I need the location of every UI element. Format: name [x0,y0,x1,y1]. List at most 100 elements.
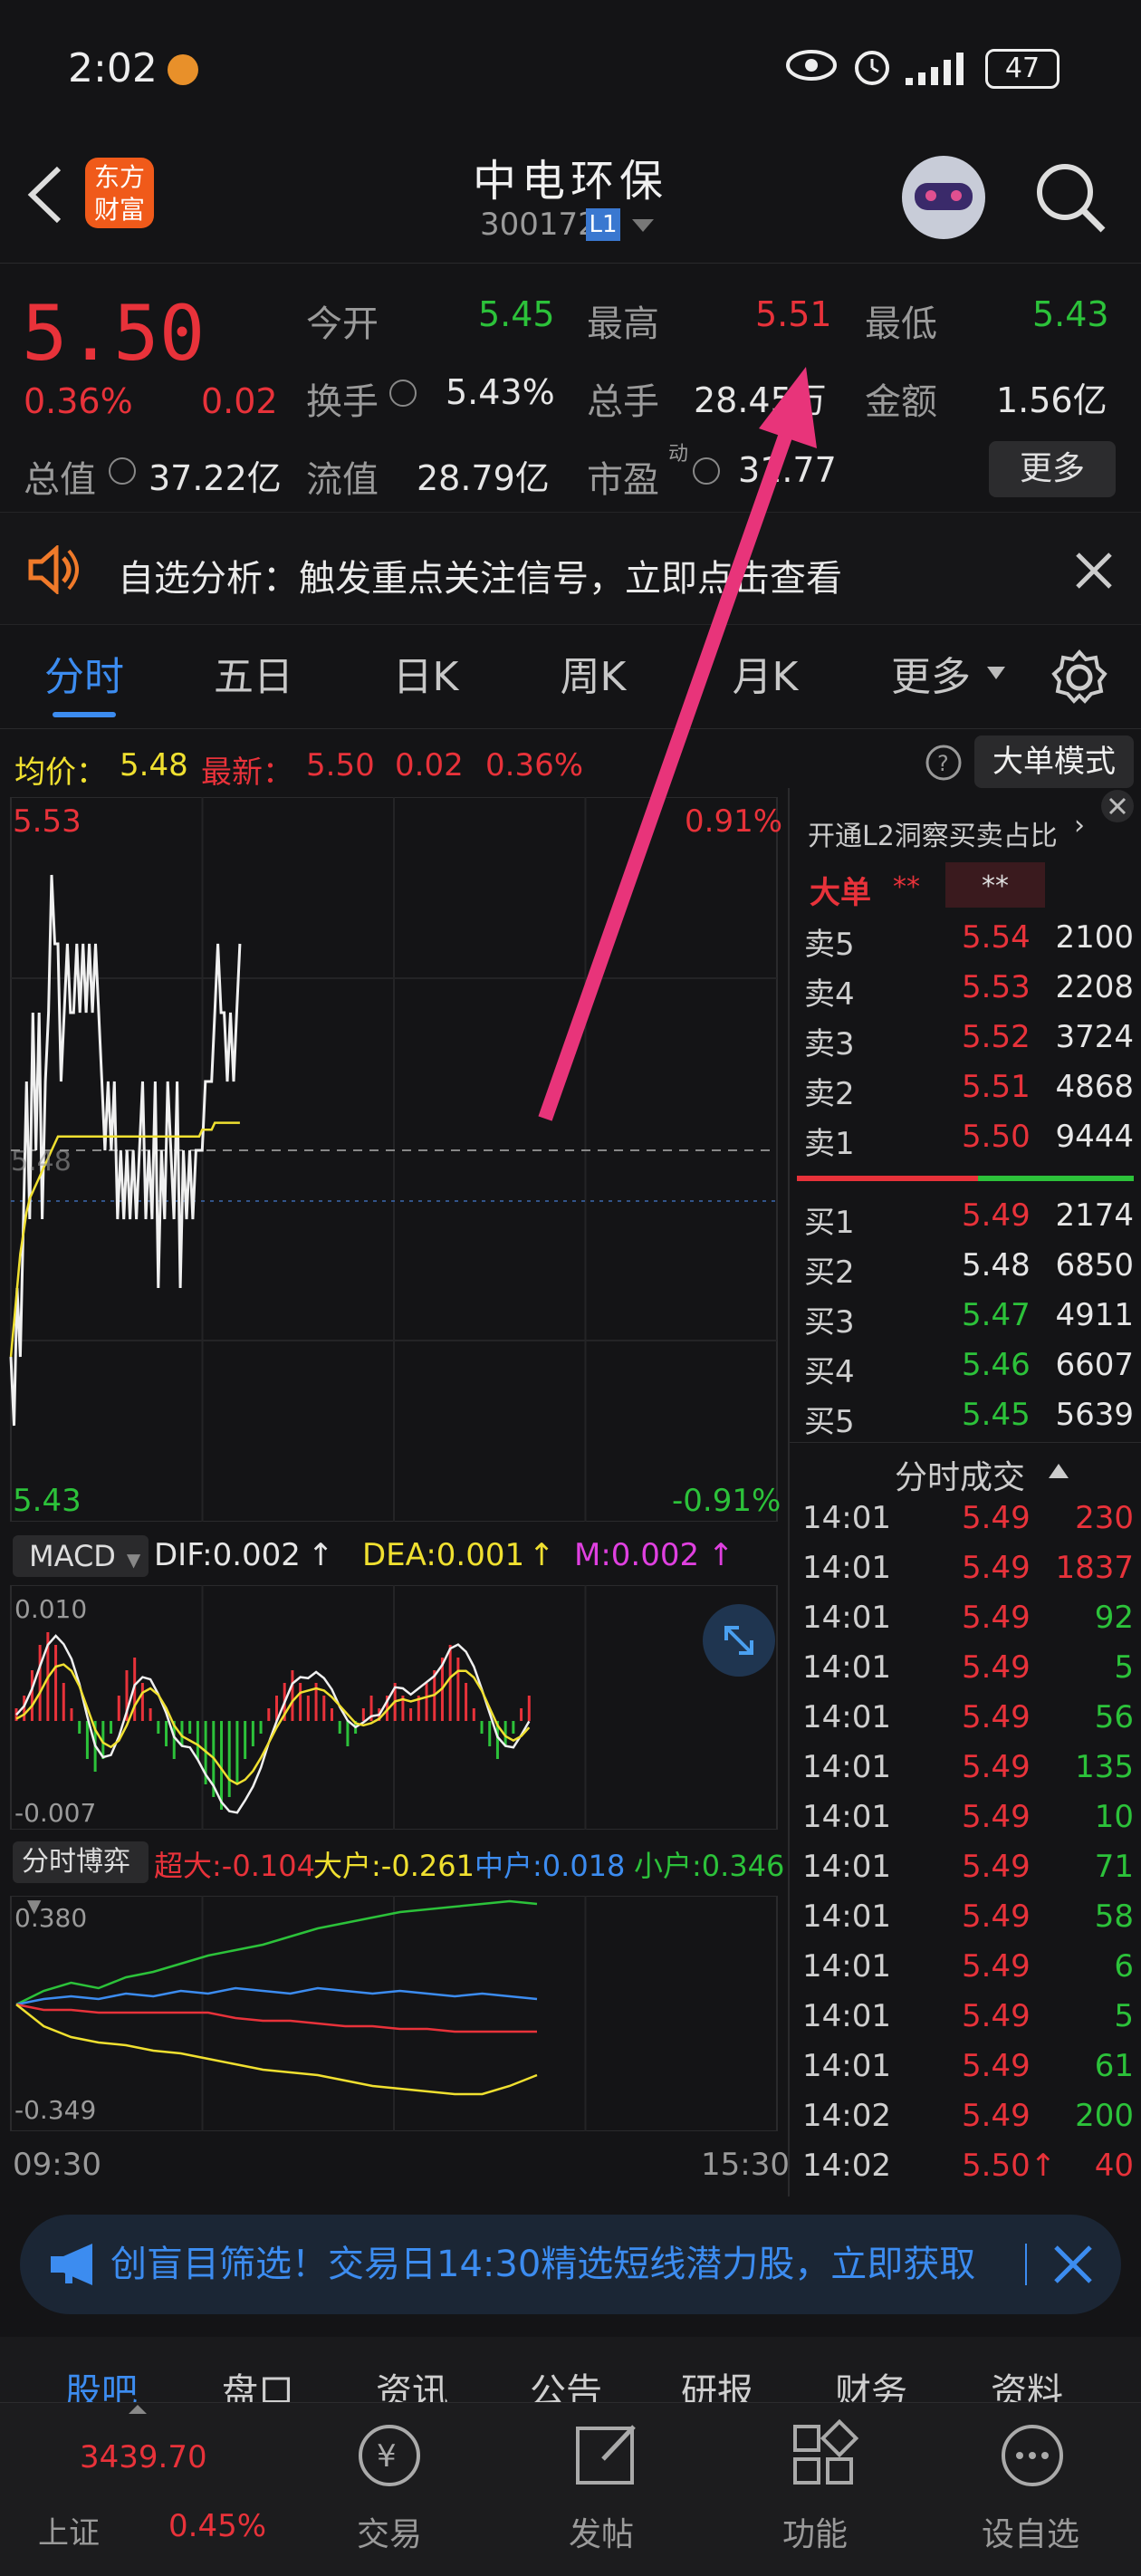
trade-row[interactable]: 14:01 5.49 61 [799,2048,1134,2098]
svg-text:¥: ¥ [377,2438,397,2475]
nav-add-watchlist[interactable]: 设自选 [982,2508,1079,2555]
ask-level[interactable]: 卖3 5.52 3724 [799,1019,1134,1069]
trade-row[interactable]: 14:01 5.49 10 [799,1799,1134,1849]
trade-row[interactable]: 14:01 5.49 230 [799,1500,1134,1550]
close-icon[interactable] [1074,551,1114,591]
trade-price: 5.49 [962,1799,1031,1835]
trade-row[interactable]: 14:01 5.49 135 [799,1749,1134,1799]
bid-level[interactable]: 买5 5.45 5639 [799,1397,1134,1447]
level-volume: 2100 [1055,919,1134,956]
speaker-icon [28,545,79,594]
edit-post-icon[interactable] [570,2419,643,2492]
tab-more[interactable]: 更多 [877,625,985,729]
megaphone-icon [51,2244,92,2285]
trade-volume: 92 [1094,1600,1134,1636]
ask-level[interactable]: 卖2 5.51 4868 [799,1069,1134,1119]
level-badge[interactable]: L1 [586,208,620,241]
chevron-down-icon[interactable] [985,665,1007,683]
bid-level[interactable]: 买4 5.46 6607 [799,1347,1134,1397]
trade-list[interactable]: 14:01 5.49 230 14:01 5.49 1837 14:01 5.49 92 14:0… [790,1500,1141,2197]
more-button[interactable]: 更多 [989,441,1116,497]
info-icon[interactable] [109,457,136,485]
info-icon[interactable] [389,380,417,407]
level-label: 买2 [804,1254,855,1291]
panel-divider [788,788,790,2196]
trade-row[interactable]: 14:01 5.49 56 [799,1699,1134,1749]
trade-price: 5.49 [962,1998,1031,2034]
trade-row[interactable]: 14:01 5.49 71 [799,1849,1134,1898]
flow-line [15,1899,538,2006]
help-icon[interactable]: ? [924,743,964,783]
gear-icon[interactable] [1050,649,1108,706]
trade-row[interactable]: 14:01 5.49 58 [799,1898,1134,1948]
back-icon[interactable] [23,163,68,226]
trade-icon[interactable]: ¥ [353,2419,426,2492]
level-volume: 2208 [1055,969,1134,1005]
avg-value: 5.48 [120,747,188,783]
more-icon[interactable] [996,2419,1069,2492]
flow-selector[interactable]: 分时博弈▼ [13,1841,149,1917]
level-price: 5.54 [962,919,1031,956]
macd-chart[interactable] [0,1585,788,1830]
trades-title[interactable]: 分时成交 [895,1451,1025,1498]
flow-chart[interactable] [0,1896,788,2131]
big-order-stars-2: ** [945,862,1045,908]
l2-link[interactable]: 开通L2洞察买卖占比 [808,813,1058,853]
promo-banner[interactable]: 创盲目筛选！交易日14:30精选短线潜力股，立即获取 [20,2215,1121,2314]
bid-level[interactable]: 买1 5.49 2174 [799,1197,1134,1247]
index-pct[interactable]: 0.45% [168,2508,266,2544]
chevron-right-icon[interactable]: › [1074,810,1085,841]
ask-level[interactable]: 卖1 5.50 9444 [799,1119,1134,1168]
flow-large: 大户:-0.261 [313,1849,475,1883]
ask-level[interactable]: 卖5 5.54 2100 [799,919,1134,969]
flow-line [15,2004,538,2096]
chevron-down-icon[interactable] [630,217,656,235]
order-book: 开通L2洞察买卖占比 › 大单 ** ** 卖5 5.54 2100 卖4 5.53 22… [790,788,1141,2196]
trade-row[interactable]: 14:01 5.49 6 [799,1948,1134,1998]
dif-arrow-icon: ↑ [308,1537,334,1573]
expand-button[interactable] [703,1604,775,1677]
trade-volume: 56 [1094,1699,1134,1735]
trade-row[interactable]: 14:01 5.49 5 [799,1998,1134,2048]
bid-level[interactable]: 买2 5.48 6850 [799,1247,1134,1297]
tab-five-day[interactable]: 五日 [190,625,317,729]
ask-levels: 卖5 5.54 2100 卖4 5.53 2208 卖3 5.52 3724 卖2 5.51 4868… [790,919,1141,1173]
chevron-up-icon[interactable] [1047,1460,1070,1480]
level-price: 5.47 [962,1297,1031,1333]
trade-price: 5.50↑ [962,2148,1057,2184]
bid-level[interactable]: 买3 5.47 4911 [799,1297,1134,1347]
index-value[interactable]: 3439.70 [80,2439,207,2475]
amount-value: 1.56亿 [996,380,1107,420]
dea-arrow-icon: ↑ [529,1537,555,1573]
big-order-mode-button[interactable]: 大单模式 [974,735,1134,788]
trade-row[interactable]: 14:01 5.49 1837 [799,1550,1134,1600]
index-name[interactable]: 上证 [38,2508,100,2552]
close-icon[interactable] [1099,788,1136,824]
level-volume: 5639 [1055,1397,1134,1433]
apps-icon[interactable] [788,2419,860,2492]
robot-avatar-icon[interactable] [902,156,985,239]
trade-row[interactable]: 14:02 5.49 200 [799,2098,1134,2148]
low-value: 5.43 [1032,294,1109,334]
nav-post[interactable]: 发帖 [569,2508,634,2555]
ask-level[interactable]: 卖4 5.53 2208 [799,969,1134,1019]
open-value: 5.45 [478,294,555,334]
trade-time: 14:01 [802,1749,891,1785]
nav-trade[interactable]: 交易 [357,2508,422,2555]
level-label: 卖5 [804,927,855,963]
tab-daily-k[interactable]: 日K [362,625,489,729]
trade-row[interactable]: 14:01 5.49 92 [799,1600,1134,1649]
close-icon[interactable] [1052,2244,1094,2285]
trade-row[interactable]: 14:02 5.50↑ 40 [799,2148,1134,2197]
macd-selector[interactable]: MACD ▼ [13,1535,149,1577]
search-icon[interactable] [1032,159,1108,235]
active-tab-indicator [53,712,116,717]
level-price: 5.49 [962,1197,1031,1234]
level-price: 5.51 [962,1069,1031,1105]
level-price: 5.53 [962,969,1031,1005]
flow-selector-label: 分时博弈 [22,1846,130,1878]
flow-axis-top: 0.380 [14,1903,88,1933]
nav-functions[interactable]: 功能 [782,2508,848,2555]
trade-volume: 230 [1075,1500,1134,1536]
trade-row[interactable]: 14:01 5.49 5 [799,1649,1134,1699]
